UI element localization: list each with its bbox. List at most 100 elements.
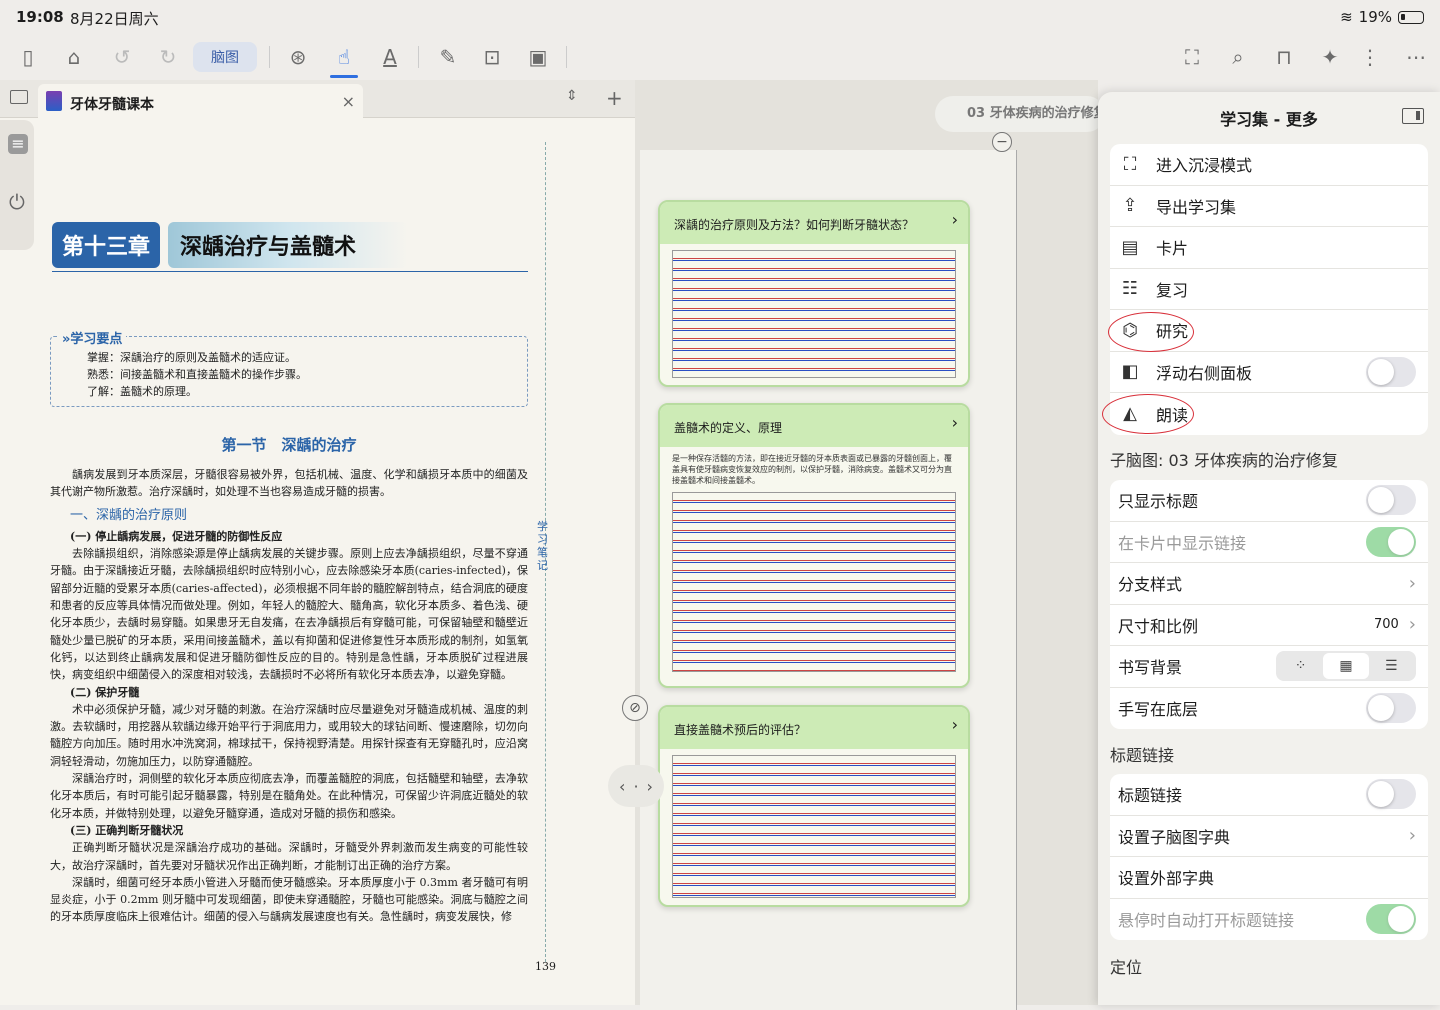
chevron-right-icon[interactable]: › bbox=[952, 715, 958, 734]
setting-heading-link[interactable]: 标题链接 bbox=[1110, 774, 1428, 816]
menu-item-label: 朗读 bbox=[1156, 405, 1189, 425]
chevron-right-icon[interactable]: › bbox=[952, 210, 958, 229]
power-icon[interactable]: ⏻ bbox=[9, 190, 25, 214]
text-highlight-icon[interactable]: A bbox=[376, 42, 404, 72]
menu-item-cards[interactable]: ▤ 卡片 bbox=[1110, 227, 1428, 269]
tab-document[interactable]: 牙体牙髓课本 × bbox=[38, 84, 363, 118]
image-icon[interactable]: ▣ bbox=[524, 42, 552, 72]
floating-panel-toggle[interactable] bbox=[1366, 356, 1416, 387]
sparkle-icon[interactable]: ✦ bbox=[1316, 42, 1344, 72]
setting-hover-open[interactable]: 悬停时自动打开标题链接 bbox=[1110, 899, 1428, 941]
page-nav-arrows[interactable]: ‹ · › bbox=[608, 765, 664, 807]
pencil-icon[interactable]: ✎ bbox=[434, 42, 462, 72]
setting-external-dict[interactable]: 设置外部字典 bbox=[1110, 857, 1428, 899]
add-tab-icon[interactable]: + bbox=[606, 86, 623, 110]
expand-icon: ⛶ bbox=[1123, 153, 1137, 175]
setting-only-titles[interactable]: 只显示标题 bbox=[1110, 480, 1428, 522]
key-points-label: 学习要点 bbox=[70, 332, 123, 347]
card-text: 是一种保存活髓的方法，即在接近牙髓的牙本质表面或已暴露的牙髓创面上，覆盖具有使牙… bbox=[672, 454, 952, 485]
setting-label: 书写背景 bbox=[1118, 658, 1183, 678]
search-page-icon[interactable]: ⌕ bbox=[1224, 42, 1252, 72]
fullscreen-icon[interactable]: ⛶ bbox=[1178, 42, 1206, 72]
undo-icon[interactable]: ↺ bbox=[108, 42, 136, 72]
setting-writing-bg[interactable]: 书写背景 ⁘ ▦ ☰ bbox=[1110, 646, 1428, 688]
menu-item-label: 导出学习集 bbox=[1156, 197, 1237, 217]
mindmap-card[interactable]: 深龋的治疗原则及方法？如何判断牙髓状态？ › bbox=[658, 200, 970, 387]
dots-bg-icon[interactable]: ⁘ bbox=[1278, 653, 1323, 679]
grid-bg-icon[interactable]: ▦ bbox=[1323, 653, 1369, 680]
submap-label: 子脑图: 03 牙体疾病的治疗修复 bbox=[1110, 451, 1338, 470]
setting-label: 只显示标题 bbox=[1118, 492, 1199, 512]
hover-open-toggle[interactable] bbox=[1366, 904, 1416, 935]
paragraph: 深龋时，细菌可经牙本质小管进入牙髓而使牙髓感染。牙本质厚度小于 0.3mm 者牙… bbox=[50, 875, 528, 924]
chevron-right-icon[interactable]: › bbox=[952, 413, 958, 432]
hand-pointer-icon[interactable]: ☝ bbox=[330, 42, 358, 78]
home-icon[interactable]: ⌂ bbox=[60, 42, 88, 72]
only-titles-toggle[interactable] bbox=[1366, 485, 1416, 516]
setting-show-links[interactable]: 在卡片中显示链接 bbox=[1110, 522, 1428, 563]
chevron-right-icon[interactable]: › bbox=[647, 777, 653, 796]
setting-size-ratio[interactable]: 尺寸和比例 700 › bbox=[1110, 605, 1428, 646]
card-title: 深龋的治疗原则及方法？如何判断牙髓状态？ bbox=[674, 218, 915, 232]
menu-item-floating-panel[interactable]: ◧ 浮动右侧面板 bbox=[1110, 352, 1428, 393]
paragraph: 正确判断牙髓状况是深龋治疗成功的基础。深龋时，牙髓受外界刺激而发生病变的可能性较… bbox=[50, 841, 528, 872]
bookmark-icon[interactable]: ⊓ bbox=[1270, 42, 1298, 72]
setting-label: 设置外部字典 bbox=[1118, 869, 1215, 889]
mindmap-card[interactable]: 盖髓术的定义、原理 › 是一种保存活髓的方法，即在接近牙髓的牙本质表面或已暴露的牙… bbox=[658, 403, 970, 688]
subheading: (一) 停止龋病发展，促进牙髓的防御性反应 bbox=[70, 529, 283, 543]
vertical-more-icon[interactable]: ⋮ bbox=[1360, 42, 1380, 72]
size-value: 700 bbox=[1373, 617, 1399, 633]
setting-branch-style[interactable]: 分支样式 › bbox=[1110, 563, 1428, 605]
setting-submap-dict[interactable]: 设置子脑图字典 › bbox=[1110, 816, 1428, 857]
layers-icon[interactable]: ≡ bbox=[8, 134, 28, 154]
setting-label: 在卡片中显示链接 bbox=[1118, 533, 1247, 553]
annotation-circle bbox=[1102, 394, 1194, 434]
setting-label: 悬停时自动打开标题链接 bbox=[1118, 911, 1295, 931]
battery-icon bbox=[1398, 10, 1424, 24]
mindmap-card[interactable]: 直接盖髓术预后的评估？ › bbox=[658, 705, 970, 907]
setting-handwriting-bottom[interactable]: 手写在底层 bbox=[1110, 688, 1428, 730]
card-table-image bbox=[672, 492, 956, 672]
paragraph: 术中必须保护牙髓，减少对牙髓的刺激。在治疗深龋时应尽量避免对牙髓造成机械、温度的… bbox=[50, 702, 528, 768]
card-table-image bbox=[672, 250, 956, 378]
sidebar-panel-icon[interactable] bbox=[1402, 108, 1424, 124]
menu-title: 学习集 - 更多 bbox=[1220, 110, 1318, 129]
handwriting-bottom-toggle[interactable] bbox=[1366, 693, 1416, 724]
heading-links-section: 标题链接 bbox=[1110, 746, 1175, 765]
split-view-icon[interactable] bbox=[10, 90, 28, 104]
document-pane: 牙体牙髓课本 × ⇕ + ≡ ⏻ 第十三章 深龋治疗与盖髓术 掌握：深龋治疗的原… bbox=[0, 80, 635, 1005]
lasso-icon[interactable]: ⊛ bbox=[284, 42, 312, 72]
menu-item-label: 复习 bbox=[1156, 280, 1189, 300]
locate-section: 定位 bbox=[1110, 958, 1143, 977]
status-right: ≋ 19% bbox=[1340, 8, 1424, 26]
lines-bg-icon[interactable]: ☰ bbox=[1369, 653, 1414, 679]
setting-label: 分支样式 bbox=[1118, 575, 1183, 595]
mindmap-breadcrumb[interactable]: 03 牙体疾病的治疗修复 bbox=[935, 96, 1105, 132]
setting-label: 手写在底层 bbox=[1118, 700, 1199, 720]
heading-link-toggle[interactable] bbox=[1366, 779, 1416, 810]
more-icon[interactable]: ⋯ bbox=[1402, 42, 1430, 72]
disable-icon[interactable]: ⊘ bbox=[622, 695, 648, 721]
sidebar-toggle-icon[interactable]: ▯ bbox=[14, 42, 42, 72]
paragraph: 去除龋损组织，消除感染源是停止龋病发展的关键步骤。原则上应去净龋损组织，尽量不穿… bbox=[50, 547, 528, 682]
panel-icon: ◧ bbox=[1121, 361, 1139, 383]
book-icon bbox=[46, 91, 62, 111]
sort-icon[interactable]: ⇕ bbox=[566, 88, 578, 104]
cards-icon: ▤ bbox=[1121, 236, 1139, 258]
redo-icon[interactable]: ↻ bbox=[154, 42, 182, 72]
mindmap-button[interactable]: 脑图 bbox=[193, 42, 257, 72]
background-segmented[interactable]: ⁘ ▦ ☰ bbox=[1276, 651, 1416, 682]
body-text: 龋病发展到牙本质深层，牙髓很容易被外界，包括机械、温度、化学和龋损牙本质中的细菌… bbox=[50, 466, 528, 926]
collapse-icon[interactable]: − bbox=[992, 132, 1012, 152]
menu-item-review[interactable]: ☷ 复习 bbox=[1110, 269, 1428, 310]
share-icon: ⇪ bbox=[1122, 195, 1138, 217]
textbox-icon[interactable]: ⊡ bbox=[478, 42, 506, 72]
chevron-right-icon: › bbox=[1408, 614, 1416, 636]
chevron-right-icon: › bbox=[1408, 572, 1416, 594]
close-tab-icon[interactable]: × bbox=[342, 92, 355, 111]
menu-item-immersive[interactable]: ⛶ 进入沉浸模式 bbox=[1110, 144, 1428, 186]
chevron-left-icon[interactable]: ‹ bbox=[619, 777, 625, 796]
show-links-toggle[interactable] bbox=[1366, 526, 1416, 557]
menu-item-export[interactable]: ⇪ 导出学习集 bbox=[1110, 186, 1428, 227]
link-settings: 标题链接 设置子脑图字典 › 设置外部字典 悬停时自动打开标题链接 bbox=[1110, 774, 1428, 940]
